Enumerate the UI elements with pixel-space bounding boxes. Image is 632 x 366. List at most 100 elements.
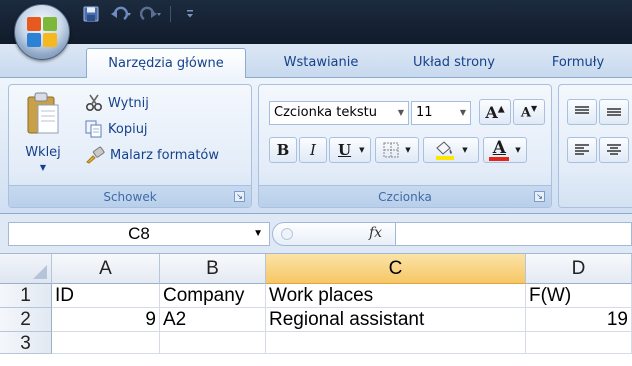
office-logo-icon: [27, 17, 59, 49]
fill-color-button[interactable]: ▼: [423, 137, 479, 163]
paste-dropdown-icon[interactable]: ▼: [15, 163, 71, 172]
tab-page-layout[interactable]: Układ strony: [398, 48, 510, 78]
copy-button[interactable]: Kopiuj: [85, 117, 148, 141]
align-middle-button[interactable]: [599, 99, 629, 125]
font-group-label: Czcionka: [259, 185, 551, 207]
tab-insert[interactable]: Wstawianie: [268, 48, 374, 78]
formula-input[interactable]: [396, 222, 632, 246]
shrink-font-icon: A▼: [520, 103, 538, 121]
cell-d2[interactable]: 19: [526, 308, 632, 332]
column-header-d[interactable]: D: [526, 254, 632, 284]
alignment-group: [558, 84, 632, 208]
borders-button[interactable]: ▼: [375, 137, 419, 163]
office-button[interactable]: [14, 4, 70, 60]
format-painter-button[interactable]: Malarz formatów: [85, 143, 219, 167]
font-group: Czcionka tekstu ▼ 11 ▼ A▲ A▼ B I U ▼ ▼ ▼…: [258, 84, 552, 208]
borders-icon: [383, 142, 399, 158]
tab-formulas[interactable]: Formuły: [538, 48, 618, 78]
cut-button[interactable]: Wytnij: [85, 91, 149, 115]
font-dialog-launcher[interactable]: ↘: [534, 191, 545, 202]
cell-c3[interactable]: [266, 332, 526, 354]
align-left-button[interactable]: [567, 137, 597, 163]
cell-a1[interactable]: ID: [52, 284, 160, 308]
customize-qat-button[interactable]: [179, 5, 201, 23]
paste-button[interactable]: Wklej ▼: [15, 89, 71, 175]
font-name-dropdown-icon: ▼: [397, 108, 405, 117]
copy-label: Kopiuj: [108, 121, 148, 137]
qat-separator: [170, 6, 171, 22]
cell-b2[interactable]: A2: [160, 308, 266, 332]
shrink-font-button[interactable]: A▼: [513, 99, 545, 125]
underline-dropdown-icon: ▼: [359, 146, 365, 154]
cell-b1[interactable]: Company: [160, 284, 266, 308]
cell-a2[interactable]: 9: [52, 308, 160, 332]
font-size-select[interactable]: 11 ▼: [411, 101, 471, 125]
column-header-b[interactable]: B: [160, 254, 266, 284]
clipboard-group-label: Schowek: [9, 185, 251, 207]
cell-b3[interactable]: [160, 332, 266, 354]
row-header-2[interactable]: 2: [0, 308, 52, 332]
cell-c2[interactable]: Regional assistant: [266, 308, 526, 332]
row-header-1[interactable]: 1: [0, 284, 52, 308]
align-middle-icon: [607, 108, 621, 116]
select-all-button[interactable]: [0, 254, 52, 284]
paintbrush-icon: [86, 146, 105, 164]
customize-dropdown-icon: [187, 10, 193, 18]
align-top-icon: [575, 106, 589, 114]
italic-button[interactable]: I: [299, 137, 327, 163]
cell-c1[interactable]: Work places: [266, 284, 526, 308]
font-color-bar: [489, 156, 510, 161]
font-size-value: 11: [416, 105, 433, 120]
bold-button[interactable]: B: [269, 137, 297, 163]
cell-d1[interactable]: F(W): [526, 284, 632, 308]
undo-button[interactable]: [110, 5, 132, 23]
font-color-button[interactable]: A ▼: [483, 137, 527, 163]
font-name-value: Czcionka tekstu: [274, 105, 377, 120]
formula-bar-buttons: fx: [272, 222, 396, 246]
underline-label: U: [338, 141, 352, 159]
name-box-value: C8: [128, 224, 150, 243]
format-painter-label: Malarz formatów: [110, 147, 220, 163]
cut-label: Wytnij: [108, 95, 149, 111]
expand-formula-handle[interactable]: [281, 228, 293, 240]
clipboard-paste-icon: [27, 92, 59, 134]
font-size-dropdown-icon: ▼: [459, 108, 467, 117]
font-color-dropdown-icon: ▼: [515, 146, 521, 154]
clipboard-group: Wklej ▼ Wytnij Kopiuj Malarz formatów Sc…: [8, 84, 252, 208]
paste-label: Wklej: [25, 145, 61, 160]
fill-color-dropdown-icon: ▼: [462, 146, 468, 154]
grow-font-button[interactable]: A▲: [479, 99, 511, 125]
title-bar: [0, 0, 632, 44]
row-header-3[interactable]: 3: [0, 332, 52, 354]
font-color-icon: A: [489, 139, 510, 161]
select-all-icon: [33, 265, 47, 279]
paint-bucket-icon: [436, 141, 455, 160]
borders-dropdown-icon: ▼: [405, 146, 411, 154]
quick-access-toolbar: [80, 2, 201, 26]
scissors-icon: [85, 94, 103, 112]
tab-home[interactable]: Narzędzia główne: [86, 48, 246, 79]
align-center-button[interactable]: [599, 137, 629, 163]
formula-bar: C8 ▼ fx: [0, 214, 632, 254]
clipboard-dialog-launcher[interactable]: ↘: [234, 191, 245, 202]
name-box[interactable]: C8 ▼: [8, 222, 270, 246]
font-name-select[interactable]: Czcionka tekstu ▼: [269, 101, 409, 125]
align-top-button[interactable]: [567, 99, 597, 125]
cell-a3[interactable]: [52, 332, 160, 354]
ribbon-tabs: Narzędzia główne Wstawianie Układ strony…: [0, 44, 632, 79]
redo-button[interactable]: [140, 5, 162, 23]
align-center-icon: [607, 144, 621, 155]
ribbon: Wklej ▼ Wytnij Kopiuj Malarz formatów Sc…: [0, 78, 632, 214]
redo-icon: [140, 6, 161, 21]
column-header-c[interactable]: C: [266, 254, 526, 284]
cell-d3[interactable]: [526, 332, 632, 354]
name-box-dropdown-icon[interactable]: ▼: [253, 223, 263, 245]
insert-function-button[interactable]: fx: [369, 225, 382, 241]
copy-icon: [85, 120, 102, 138]
save-button[interactable]: [80, 5, 102, 23]
align-left-icon: [575, 144, 589, 155]
worksheet-grid: A B C D 1 ID Company Work places F(W) 2 …: [0, 254, 632, 366]
underline-button[interactable]: U ▼: [329, 137, 371, 163]
column-header-a[interactable]: A: [52, 254, 160, 284]
save-icon: [83, 6, 99, 22]
